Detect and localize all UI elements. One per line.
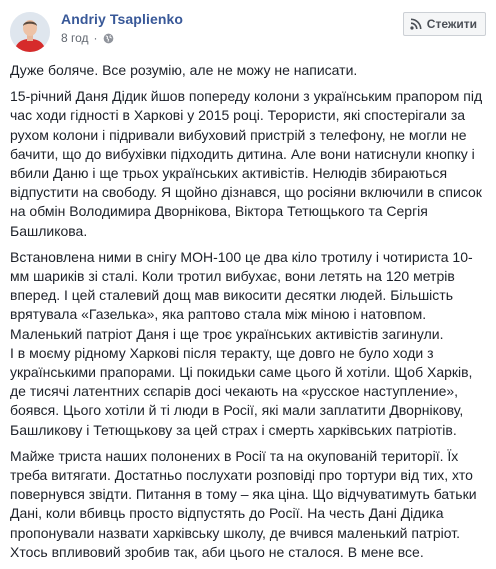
- post-paragraph: Встановлена ними в снігу МОН-100 це два …: [10, 248, 473, 342]
- follow-button[interactable]: Стежити: [402, 12, 486, 36]
- rss-icon: [410, 18, 422, 30]
- author-avatar[interactable]: [10, 12, 50, 52]
- post-time[interactable]: 8 год: [61, 31, 89, 45]
- avatar-image: [10, 12, 50, 52]
- post-paragraph: І в моєму рідному Харкові після теракту,…: [10, 344, 473, 438]
- facebook-post: Andriy Tsaplienko 8 год · Стежити Дуже б…: [0, 0, 496, 563]
- post-meta: 8 год ·: [61, 31, 114, 45]
- post-body: Дуже боляче. Все розумію, але не можу не…: [10, 61, 488, 569]
- post-paragraph: 15-річний Даня Дідик йшов попереду колон…: [10, 88, 483, 239]
- post-paragraph: Дуже боляче. Все розумію, але не можу не…: [10, 62, 358, 78]
- author-name[interactable]: Andriy Tsaplienko: [61, 11, 183, 27]
- follow-label: Стежити: [426, 17, 477, 31]
- post-header: Andriy Tsaplienko 8 год · Стежити: [0, 0, 496, 60]
- post-paragraph: Майже триста наших полонених в Росії та …: [10, 447, 477, 560]
- globe-icon: [103, 33, 113, 43]
- meta-separator: ·: [93, 31, 98, 45]
